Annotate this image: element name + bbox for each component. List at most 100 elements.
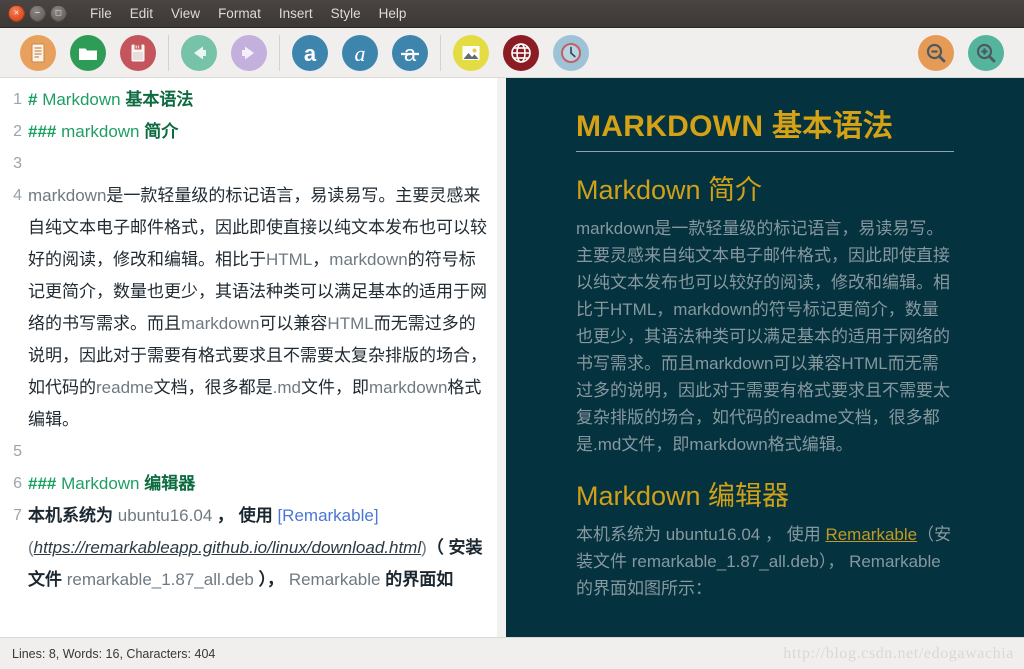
zoom-in-icon[interactable] — [968, 34, 1004, 71]
undo-arrow-icon[interactable] — [181, 34, 217, 71]
strikethrough-a-icon[interactable]: a — [392, 34, 428, 71]
preview-paragraph-intro: markdown是一款轻量级的标记语言，易读易写。主要灵感来自纯文本电子邮件格式… — [576, 218, 950, 454]
markdown-preview-pane: MARKDOWN 基本语法 Markdown 简介 markdown是一款轻量级… — [506, 78, 1024, 637]
line-content[interactable] — [28, 436, 497, 468]
minimize-glyph: − — [34, 7, 41, 18]
line-content[interactable]: # Markdown 基本语法 — [28, 84, 497, 116]
token-cjk-b: 本机系统为 — [28, 506, 118, 525]
line-number: 2 — [13, 123, 22, 140]
token-lat: markdown — [28, 186, 107, 205]
line-number: 1 — [13, 91, 22, 108]
image-icon[interactable] — [453, 34, 489, 71]
open-folder-icon[interactable] — [70, 34, 106, 71]
line-number: 5 — [13, 443, 22, 460]
token-md-h-cjk: 编辑器 — [144, 474, 196, 493]
token-md-h-lat: markdown — [61, 122, 145, 141]
toolbar-group-format: a a a — [280, 33, 440, 73]
editor-line[interactable]: 3 — [0, 148, 497, 180]
token-cjk-b: ）， — [258, 570, 289, 589]
line-number: 4 — [13, 187, 22, 204]
token-lat: HTML — [266, 250, 313, 269]
redo-arrow-icon[interactable] — [231, 34, 267, 71]
menu-insert[interactable]: Insert — [270, 3, 322, 24]
close-glyph: × — [13, 7, 20, 18]
svg-text:a: a — [355, 41, 366, 66]
menu-edit[interactable]: Edit — [121, 3, 162, 24]
markdown-editor-pane[interactable]: 1 # Markdown 基本语法 2 ### markdown 简介 3 4 markd… — [0, 78, 497, 637]
menu-file[interactable]: File — [81, 3, 121, 24]
zoom-out-icon[interactable] — [918, 34, 954, 71]
editor-line[interactable]: 1 # Markdown 基本语法 — [0, 84, 497, 116]
menu-view[interactable]: View — [162, 3, 209, 24]
menubar: File Edit View Format Insert Style Help — [81, 3, 415, 24]
token-lat: markdown — [368, 378, 448, 397]
token-lat: Remarkable — [288, 570, 386, 589]
token-lat: .md — [272, 378, 301, 397]
globe-link-icon[interactable] — [503, 34, 539, 71]
menu-format[interactable]: Format — [209, 3, 270, 24]
pane-divider[interactable] — [497, 78, 506, 637]
token-md-link: [Remarkable] — [277, 506, 379, 525]
token-lat: readme — [96, 378, 154, 397]
toolbar-group-history — [169, 33, 279, 73]
preview-remarkable-link[interactable]: Remarkable — [825, 525, 917, 544]
line-content[interactable]: 本机系统为 ubuntu16.04 ， 使用 [Remarkable](http… — [28, 500, 497, 596]
token-cjk: 可以兼容 — [259, 314, 328, 333]
toolbar-group-insert — [441, 33, 601, 73]
editor-preview-split: 1 # Markdown 基本语法 2 ### markdown 简介 3 4 markd… — [0, 78, 1024, 637]
preview-para-pre: 本机系统为 ubuntu16.04 ， 使用 — [576, 525, 826, 545]
editor-line[interactable]: 7 本机系统为 ubuntu16.04 ， 使用 [Remarkable](htt… — [0, 500, 497, 596]
window-controls: × − □ — [8, 5, 67, 22]
token-lat: markdown — [181, 314, 260, 333]
token-cjk: 文件，即 — [300, 378, 369, 397]
italic-a-icon[interactable]: a — [342, 34, 378, 71]
line-number: 6 — [13, 475, 22, 492]
token-md-h-cjk: 简介 — [144, 122, 179, 141]
bold-a-icon[interactable]: a — [292, 34, 328, 71]
token-lat: ubuntu16.04 — [117, 506, 217, 525]
token-md-sym: ### — [28, 122, 62, 141]
token-lat: HTML — [327, 314, 374, 333]
token-cjk-b: ， 使用 — [217, 506, 278, 525]
menu-style[interactable]: Style — [322, 3, 370, 24]
token-cjk: 文档，很多都是 — [153, 378, 273, 397]
editor-line[interactable]: 2 ### markdown 简介 — [0, 116, 497, 148]
preview-heading-intro: Markdown 简介 — [576, 174, 763, 205]
new-document-icon[interactable] — [20, 34, 56, 71]
line-number: 7 — [13, 507, 22, 524]
toolbar: a a a — [0, 28, 1024, 78]
token-lat: markdown — [329, 250, 408, 269]
preview-heading-1: MARKDOWN 基本语法 — [576, 108, 954, 152]
maximize-window-icon[interactable]: □ — [50, 5, 67, 22]
menu-help[interactable]: Help — [370, 3, 416, 24]
line-content[interactable]: ### markdown 简介 — [28, 116, 497, 148]
editor-line[interactable]: 6 ### Markdown 编辑器 — [0, 468, 497, 500]
line-content[interactable] — [28, 148, 497, 180]
token-md-sym: # — [28, 90, 43, 109]
toolbar-group-file — [8, 33, 168, 73]
token-cjk-b: 的界面如 — [385, 570, 454, 589]
svg-text:a: a — [304, 41, 317, 66]
close-window-icon[interactable]: × — [8, 5, 25, 22]
preview-paragraph-editor: 本机系统为 ubuntu16.04 ， 使用 Remarkable（安装文件 r… — [576, 521, 954, 602]
token-md-h-lat: Markdown — [61, 474, 145, 493]
save-icon[interactable] — [120, 34, 156, 71]
token-cjk: ， — [312, 250, 330, 269]
minimize-window-icon[interactable]: − — [29, 5, 46, 22]
line-content[interactable]: markdown是一款轻量级的标记语言，易读易写。主要灵感来自纯文本电子邮件格式… — [28, 180, 497, 436]
preview-heading-editor: Markdown 编辑器 — [576, 480, 790, 511]
token-md-sym: ### — [28, 474, 62, 493]
token-lat: remarkable_1.87_all.deb — [66, 570, 259, 589]
toolbar-group-zoom — [906, 33, 1016, 73]
statusbar: Lines: 8, Words: 16, Characters: 404 htt… — [0, 637, 1024, 669]
watermark-text: http://blog.csdn.net/edogawachia — [783, 644, 1014, 662]
token-md-h-cjk: 基本语法 — [125, 90, 194, 109]
clock-history-icon[interactable] — [553, 34, 589, 71]
token-md-h-lat: Markdown — [42, 90, 126, 109]
token-md-url: https://remarkableapp.github.io/linux/do… — [33, 538, 422, 557]
document-stats: Lines: 8, Words: 16, Characters: 404 — [12, 646, 216, 661]
editor-line[interactable]: 5 — [0, 436, 497, 468]
line-content[interactable]: ### Markdown 编辑器 — [28, 468, 497, 500]
titlebar: × − □ File Edit View Format Insert Style… — [0, 0, 1024, 28]
editor-line[interactable]: 4 markdown是一款轻量级的标记语言，易读易写。主要灵感来自纯文本电子邮件格… — [0, 180, 497, 436]
